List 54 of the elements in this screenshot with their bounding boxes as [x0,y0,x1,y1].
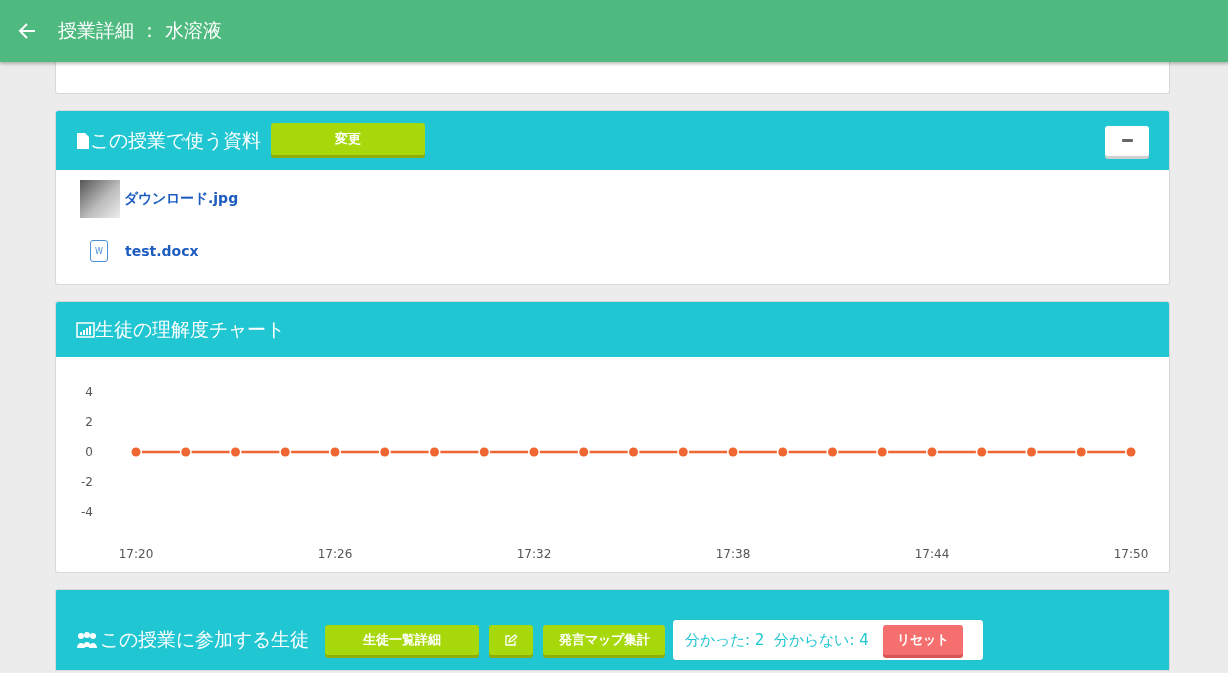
data-point [975,446,988,458]
axis-label: 17:44 [914,547,950,561]
data-point [1075,446,1088,458]
data-point [428,446,441,458]
file-link[interactable]: ダウンロード.jpg [124,190,239,208]
data-point [776,446,789,458]
data-point [627,446,640,458]
data-point [478,446,491,458]
data-point [229,446,242,458]
axis-label: -2 [81,475,93,489]
axis-label: -4 [81,505,93,519]
axis-label: 17:50 [1113,547,1149,561]
not-understood-count: 分からない: 4 [774,630,869,650]
data-point [179,446,192,458]
document-icon: W [90,240,108,262]
minus-icon [1121,139,1133,142]
panel-title: 生徒の理解度チャート [95,316,285,342]
data-point [378,446,391,458]
action-button[interactable]: 生徒一覧詳細 [325,625,479,655]
panel-title: この授業に参加する生徒 [100,627,309,652]
axis-label: 2 [85,415,93,429]
page-title: 授業詳細 ： 水溶液 [58,18,223,43]
data-point [926,446,938,458]
axis-label: 17:32 [516,547,552,561]
edit-icon [505,634,517,646]
data-point [1025,446,1038,458]
people-icon [76,631,98,649]
back-arrow-icon[interactable] [18,22,36,40]
data-point [577,446,590,458]
data-point [826,446,839,458]
collapse-button[interactable] [1105,125,1149,156]
data-point [528,446,540,458]
action-button[interactable]: 発言マップ集計 [543,625,665,655]
axis-label: 17:20 [118,547,154,561]
reset-button[interactable]: リセット [882,625,963,655]
data-point [279,446,292,458]
data-point [130,446,142,458]
axis-label: 17:26 [317,547,353,561]
panel-title: この授業で使う資料 [90,127,261,153]
data-point [677,446,690,458]
file-link[interactable]: test.docx [125,243,199,259]
axis-label: 4 [85,385,93,399]
data-point [876,446,889,458]
photo-placeholder [80,180,120,218]
understood-count: 分かった: 2 [685,630,765,650]
edit-button[interactable] [489,625,533,655]
change-button[interactable]: 変更 [271,122,425,155]
axis-label: 0 [85,445,93,459]
data-point [329,446,341,458]
data-point [1125,446,1137,458]
axis-label: 17:38 [715,547,751,561]
bar-chart-icon [76,321,95,338]
file-icon [76,132,90,149]
data-point [727,446,739,458]
